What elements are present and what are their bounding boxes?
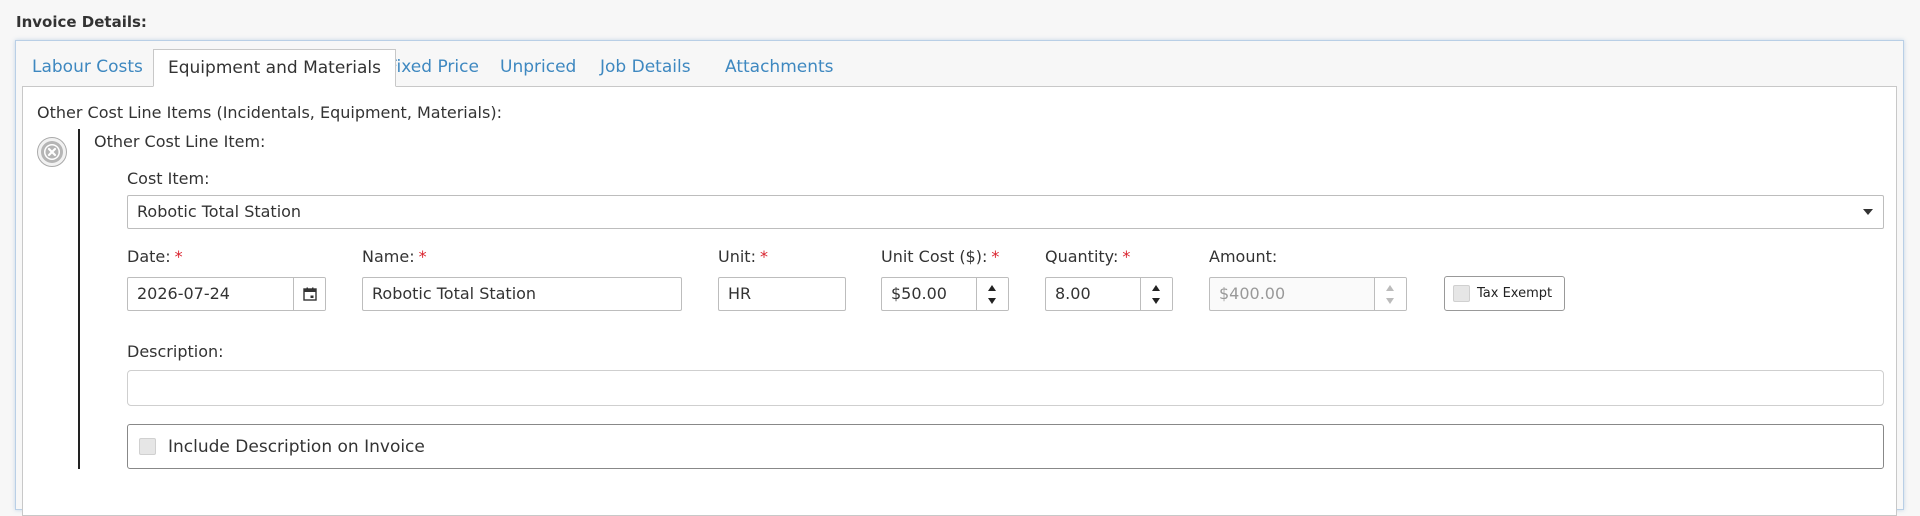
date-picker-button[interactable]	[293, 278, 325, 310]
calendar-icon	[302, 287, 317, 301]
amount-increment-icon	[1386, 285, 1394, 291]
chevron-down-icon	[1863, 209, 1873, 215]
cost-item-label: Cost Item:	[127, 169, 210, 188]
tab-content: Other Cost Line Items (Incidentals, Equi…	[22, 86, 1897, 516]
unit-cost-decrement-icon[interactable]	[988, 298, 996, 304]
amount-stepper	[1374, 278, 1406, 310]
name-input[interactable]: Robotic Total Station	[362, 277, 682, 311]
include-description-label: Include Description on Invoice	[168, 436, 425, 457]
tab-job-details[interactable]: Job Details	[586, 49, 705, 87]
tax-exempt-toggle[interactable]: Tax Exempt	[1444, 276, 1566, 311]
quantity-input[interactable]: 8.00	[1045, 277, 1173, 311]
description-input[interactable]	[127, 370, 1884, 406]
close-circle-icon	[41, 141, 63, 163]
unit-cost-stepper[interactable]	[976, 278, 1008, 310]
quantity-stepper[interactable]	[1140, 278, 1172, 310]
name-value: Robotic Total Station	[372, 284, 537, 303]
line-items-heading: Other Cost Line Items (Incidentals, Equi…	[37, 103, 502, 122]
date-input[interactable]: 2026-07-24	[127, 277, 326, 311]
tax-exempt-label: Tax Exempt	[1477, 286, 1553, 301]
unit-cost-value: $50.00	[891, 284, 947, 303]
line-item-divider	[78, 129, 80, 469]
unit-cost-increment-icon[interactable]	[988, 285, 996, 291]
section-title: Invoice Details:	[16, 13, 147, 31]
amount-decrement-icon	[1386, 298, 1394, 304]
remove-line-item-button[interactable]	[37, 137, 67, 167]
unit-input[interactable]: HR	[718, 277, 846, 311]
amount-input: $400.00	[1209, 277, 1407, 311]
unit-cost-input[interactable]: $50.00	[881, 277, 1009, 311]
tab-labour-costs[interactable]: Labour Costs	[18, 49, 157, 87]
invoice-details-panel: Labour Costs Equipment and Materials Fix…	[15, 40, 1904, 516]
quantity-value: 8.00	[1055, 284, 1091, 303]
include-description-checkbox[interactable]	[139, 438, 156, 455]
include-description-toggle[interactable]: Include Description on Invoice	[127, 424, 1884, 469]
cost-item-value: Robotic Total Station	[137, 202, 302, 221]
description-label: Description:	[127, 342, 224, 361]
amount-label: Amount:	[1209, 247, 1278, 266]
date-label: Date: *	[127, 247, 183, 266]
tab-bar: Labour Costs Equipment and Materials Fix…	[16, 41, 1903, 87]
cost-item-select[interactable]: Robotic Total Station	[127, 195, 1884, 229]
tax-exempt-checkbox[interactable]	[1453, 285, 1470, 302]
tab-unpriced[interactable]: Unpriced	[486, 49, 590, 87]
quantity-label: Quantity: *	[1045, 247, 1131, 266]
date-value: 2026-07-24	[137, 284, 230, 303]
unit-label: Unit: *	[718, 247, 768, 266]
quantity-decrement-icon[interactable]	[1152, 298, 1160, 304]
tab-equipment-and-materials[interactable]: Equipment and Materials	[153, 49, 396, 87]
unit-value: HR	[728, 284, 752, 303]
amount-value: $400.00	[1219, 284, 1286, 303]
tab-attachments[interactable]: Attachments	[711, 49, 848, 87]
quantity-increment-icon[interactable]	[1152, 285, 1160, 291]
line-item-heading: Other Cost Line Item:	[94, 132, 266, 151]
name-label: Name: *	[362, 247, 427, 266]
unit-cost-label: Unit Cost ($): *	[881, 247, 1000, 266]
